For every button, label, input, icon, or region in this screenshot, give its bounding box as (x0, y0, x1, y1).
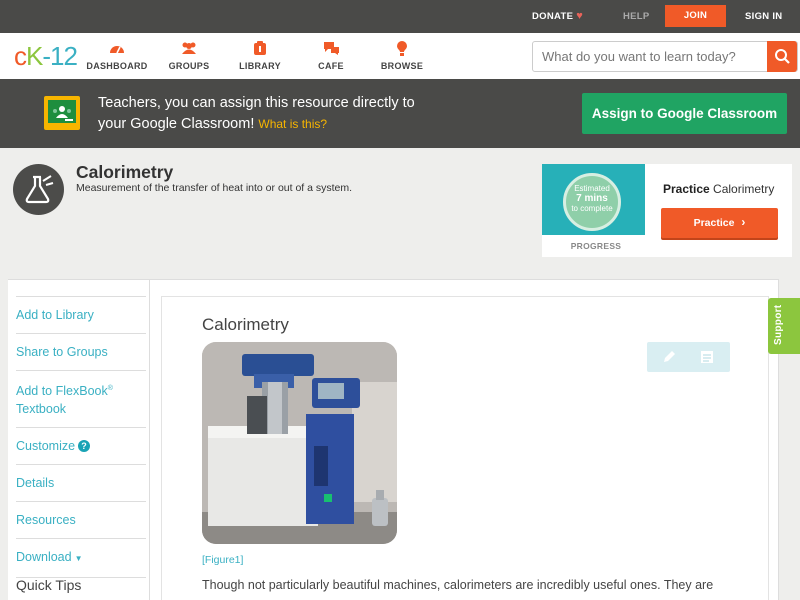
assign-to-google-classroom-button[interactable]: Assign to Google Classroom (582, 93, 787, 134)
nav-cafe-label: CAFE (318, 61, 344, 71)
chemistry-flask-icon (13, 164, 64, 215)
chevron-right-icon: › (741, 215, 746, 229)
top-utility-bar: DONATE ♥ HELP JOIN SIGN IN (0, 0, 800, 33)
notes-icon[interactable] (699, 349, 715, 365)
support-label: Support (773, 304, 784, 345)
cafe-icon (296, 41, 366, 57)
concept-subtitle: Measurement of the transfer of heat into… (76, 182, 353, 194)
what-is-this-link[interactable]: What is this? (258, 117, 327, 131)
sidebar-item-label: Add to Library (16, 308, 94, 322)
sidebar-list: Add to Library Share to Groups Add to Fl… (16, 296, 146, 579)
practice-progress-badge: Estimated 7 mins to complete (542, 164, 645, 235)
nav-cafe[interactable]: CAFE (296, 41, 366, 71)
logo-part-12: -12 (42, 41, 78, 71)
caret-down-icon: ▼ (74, 554, 83, 564)
concept-title: Calorimetry (76, 162, 174, 182)
sidebar-item-download[interactable]: Download ▼ (16, 539, 146, 579)
nav-dashboard[interactable]: DASHBOARD (82, 41, 152, 71)
quick-tips-heading: Quick Tips (16, 577, 82, 593)
logo-part-k: K (26, 41, 43, 71)
actions-sidebar: Add to Library Share to Groups Add to Fl… (8, 280, 150, 600)
groups-icon (154, 41, 224, 57)
dashboard-icon (82, 41, 152, 57)
classroom-line2: your Google Classroom! (98, 116, 255, 132)
nav-groups-label: GROUPS (168, 61, 210, 71)
google-classroom-icon (44, 96, 80, 130)
nav-dashboard-label: DASHBOARD (86, 61, 148, 71)
nav-browse[interactable]: BROWSE (367, 41, 437, 71)
sidebar-item-details[interactable]: Details (16, 465, 146, 503)
lesson-title: Calorimetry (202, 315, 289, 334)
logo-part-c: c (14, 41, 27, 71)
donate-link[interactable]: DONATE ♥ (532, 0, 583, 33)
lesson-paragraph: Though not particularly beautiful machin… (202, 578, 714, 592)
sidebar-item-label: Details (16, 476, 55, 491)
sidebar-item-resources[interactable]: Resources (16, 502, 146, 540)
sidebar-item-label: Download (16, 550, 72, 565)
donate-label: DONATE (532, 11, 574, 22)
nav-browse-label: BROWSE (380, 61, 424, 71)
nav-library[interactable]: LIBRARY (225, 41, 295, 71)
sidebar-item-label: Add to FlexBook (16, 384, 108, 399)
search-input[interactable] (533, 42, 769, 71)
join-button[interactable]: JOIN (665, 5, 726, 27)
estimated-label: Estimated (574, 184, 610, 193)
browse-icon (367, 41, 437, 57)
sidebar-item-add-to-library[interactable]: Add to Library (16, 297, 146, 334)
practice-title: Practice Calorimetry (663, 182, 774, 196)
sidebar-item-share-to-groups[interactable]: Share to Groups (16, 334, 146, 371)
help-link[interactable]: HELP (623, 0, 650, 33)
search-icon (775, 49, 790, 64)
sidebar-item-label: Resources (16, 513, 76, 528)
sidebar-item-label: Customize (16, 439, 76, 454)
search-button[interactable] (767, 41, 797, 72)
sidebar-item-label-line2: Textbook (16, 402, 67, 417)
heart-icon: ♥ (576, 10, 584, 22)
sidebar-item-add-to-flexbook[interactable]: Add to FlexBook® Textbook (16, 371, 146, 429)
sidebar-item-customize[interactable]: Customize? (16, 428, 146, 466)
practice-title-rest: Calorimetry (713, 182, 775, 196)
search-box (532, 41, 798, 72)
library-icon (225, 41, 295, 57)
main-nav-bar: cK-12 DASHBOARD GROUPS LIBRARY CAFE BROW… (0, 33, 800, 79)
nav-groups[interactable]: GROUPS (154, 41, 224, 71)
registered-mark: ® (107, 385, 113, 392)
help-question-icon[interactable]: ? (78, 440, 91, 453)
sidebar-item-label: Share to Groups (16, 345, 108, 359)
estimate-text: Estimated 7 mins to complete (563, 184, 621, 214)
ck12-logo[interactable]: cK-12 (14, 41, 78, 71)
progress-label: PROGRESS (570, 241, 622, 251)
google-classroom-banner: Teachers, you can assign this resource d… (0, 79, 800, 148)
pencil-icon[interactable] (661, 349, 677, 365)
practice-title-bold: Practice (663, 182, 710, 196)
classroom-message: Teachers, you can assign this resource d… (98, 93, 558, 135)
practice-button[interactable]: Practice › (661, 208, 778, 238)
estimated-complete: to complete (571, 204, 613, 213)
nav-library-label: LIBRARY (239, 61, 281, 71)
estimated-mins: 7 mins (576, 193, 608, 204)
annotation-toolbar (647, 342, 730, 372)
support-tab[interactable]: Support (768, 298, 800, 354)
classroom-line1: Teachers, you can assign this resource d… (98, 95, 415, 111)
calorimeter-photo (202, 342, 397, 544)
practice-panel: Estimated 7 mins to complete PROGRESS Pr… (542, 164, 792, 257)
sign-in-link[interactable]: SIGN IN (745, 0, 782, 33)
practice-button-label: Practice (693, 217, 735, 229)
figure-caption-link[interactable]: [Figure1] (202, 554, 243, 566)
